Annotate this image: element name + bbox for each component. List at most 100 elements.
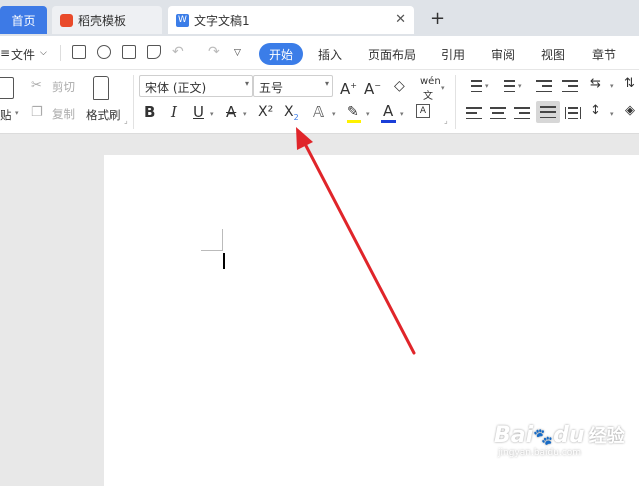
font-size-value: 五号 xyxy=(259,81,284,95)
numbered-list-icon[interactable] xyxy=(499,80,515,92)
text-cursor xyxy=(223,253,225,269)
margin-mark xyxy=(222,229,223,251)
tab-templates-label: 稻壳模板 xyxy=(78,13,127,28)
subscript-x: X xyxy=(284,104,294,120)
bullet-list-icon[interactable] xyxy=(466,80,482,92)
subscript-2: 2 xyxy=(293,112,299,122)
tab-chapter[interactable]: 章节 xyxy=(592,46,616,63)
justify-button[interactable] xyxy=(536,101,560,123)
print-preview-icon[interactable] xyxy=(147,45,161,59)
divider xyxy=(455,75,456,129)
print-icon[interactable] xyxy=(122,45,136,59)
tab-view[interactable]: 视图 xyxy=(541,46,565,63)
font-size-select[interactable]: 五号 ▾ xyxy=(253,75,333,97)
watermark-cn: 经验 xyxy=(588,426,625,447)
superscript-button[interactable]: X² xyxy=(258,102,273,122)
bullet-dropdown-icon[interactable]: ▾ xyxy=(485,82,489,90)
pinyin-guide-icon[interactable]: wén xyxy=(420,76,441,87)
font-color-button[interactable]: A xyxy=(383,101,393,121)
chevron-down-icon: ▾ xyxy=(324,79,329,88)
highlight-color-bar xyxy=(347,120,361,123)
undo-icon[interactable]: ↶ xyxy=(172,44,184,60)
italic-button[interactable]: I xyxy=(171,102,177,122)
font-name-value: 宋体 (正文) xyxy=(145,81,207,95)
file-menu[interactable]: 文件 xyxy=(11,46,35,63)
paste-dropdown-icon[interactable]: ▾ xyxy=(15,109,19,117)
highlight-icon[interactable]: ✎ xyxy=(347,102,359,122)
align-right-icon[interactable] xyxy=(514,107,530,119)
numbered-dropdown-icon[interactable]: ▾ xyxy=(518,82,522,90)
line-spacing-dropdown-icon[interactable]: ▾ xyxy=(610,110,614,118)
menu-icon[interactable]: ≡ xyxy=(0,46,10,60)
watermark-brand: Bai xyxy=(494,423,534,448)
justify-icon xyxy=(540,106,556,118)
copy-button[interactable]: 复制 xyxy=(52,106,75,122)
align-left-icon[interactable] xyxy=(466,107,482,119)
tab-home-label: 首页 xyxy=(11,13,36,28)
redo-icon[interactable]: ↷ xyxy=(208,44,220,60)
copy-icon[interactable]: ❐ xyxy=(31,105,43,120)
highlight-dropdown-icon[interactable]: ▾ xyxy=(366,110,370,118)
font-name-select[interactable]: 宋体 (正文) ▾ xyxy=(139,75,253,97)
group-expand-icon[interactable]: ⌟ xyxy=(124,116,128,125)
menu-bar: ≡ 文件 ⌵ ↶ ↷ ▽ 开始 插入 页面布局 引用 审阅 视图 章节 xyxy=(0,36,639,70)
tab-bar: 首页 稻壳模板 W 文字文稿1 ✕ + xyxy=(0,0,639,36)
underline-button[interactable]: U xyxy=(193,102,204,122)
save-icon[interactable] xyxy=(72,45,86,59)
format-painter-button[interactable]: 格式刷 xyxy=(86,107,121,123)
text-direction-icon[interactable]: ⇆ xyxy=(590,76,601,91)
docer-logo-icon xyxy=(60,13,73,27)
line-spacing-icon[interactable]: ↕ xyxy=(590,103,601,118)
paw-icon: 🐾 xyxy=(533,427,554,446)
watermark-brand2: du xyxy=(553,423,585,448)
format-painter-icon[interactable] xyxy=(93,76,109,100)
cut-button[interactable]: 剪切 xyxy=(52,79,75,95)
decrease-indent-icon[interactable] xyxy=(536,80,552,92)
shading-icon[interactable]: ◈ xyxy=(625,103,635,118)
tab-document[interactable]: W 文字文稿1 ✕ xyxy=(168,6,414,34)
margin-mark xyxy=(201,250,223,251)
shrink-font-icon[interactable]: A− xyxy=(364,76,381,99)
distribute-icon[interactable] xyxy=(565,107,581,119)
format-brush-icon[interactable] xyxy=(97,45,111,59)
font-color-bar xyxy=(381,120,396,123)
new-tab-button[interactable]: + xyxy=(430,8,445,29)
tab-document-label: 文字文稿1 xyxy=(194,13,250,28)
tab-references[interactable]: 引用 xyxy=(441,46,465,63)
tab-templates[interactable]: 稻壳模板 xyxy=(52,6,162,34)
divider xyxy=(133,75,134,129)
pinyin-char-icon: 文 xyxy=(423,91,433,102)
paste-icon[interactable] xyxy=(0,77,14,99)
font-group-expand-icon[interactable]: ⌟ xyxy=(444,116,448,125)
tab-home[interactable]: 首页 xyxy=(0,6,47,34)
tab-insert[interactable]: 插入 xyxy=(318,46,342,63)
text-direction-dropdown-icon[interactable]: ▾ xyxy=(610,82,614,90)
tab-start-label: 开始 xyxy=(268,47,293,62)
bold-button[interactable]: B xyxy=(144,102,155,122)
tab-start[interactable]: 开始 xyxy=(259,43,303,65)
font-color-dropdown-icon[interactable]: ▾ xyxy=(400,110,404,118)
paste-button[interactable]: 贴 xyxy=(0,107,12,123)
pinyin-dropdown-icon[interactable]: ▾ xyxy=(441,84,445,92)
chevron-down-icon[interactable]: ⌵ xyxy=(40,48,47,58)
text-effect-dropdown-icon[interactable]: ▾ xyxy=(332,110,336,118)
tab-page-layout[interactable]: 页面布局 xyxy=(368,46,416,63)
subscript-button[interactable]: X2 xyxy=(284,102,299,128)
strikethrough-dropdown-icon[interactable]: ▾ xyxy=(243,110,247,118)
scissors-icon[interactable]: ✂ xyxy=(31,78,42,93)
align-center-icon[interactable] xyxy=(490,107,506,119)
watermark-url: jingyan.baidu.com xyxy=(498,448,582,458)
clear-format-icon[interactable]: ◇ xyxy=(394,76,405,96)
tab-review[interactable]: 审阅 xyxy=(491,46,515,63)
increase-indent-icon[interactable] xyxy=(562,80,578,92)
more-icon[interactable]: ▽ xyxy=(234,48,241,58)
underline-dropdown-icon[interactable]: ▾ xyxy=(210,110,214,118)
baidu-watermark: Bai🐾du 经验 jingyan.baidu.com xyxy=(494,422,625,458)
sort-icon[interactable]: ⇅ xyxy=(624,76,635,91)
char-border-icon[interactable]: A xyxy=(416,104,430,118)
chevron-down-icon: ▾ xyxy=(244,79,249,88)
strikethrough-button[interactable]: A xyxy=(226,102,236,122)
grow-font-icon[interactable]: A+ xyxy=(340,76,357,99)
text-effect-icon[interactable]: 𝔸 xyxy=(313,102,324,122)
close-tab-icon[interactable]: ✕ xyxy=(395,12,406,27)
